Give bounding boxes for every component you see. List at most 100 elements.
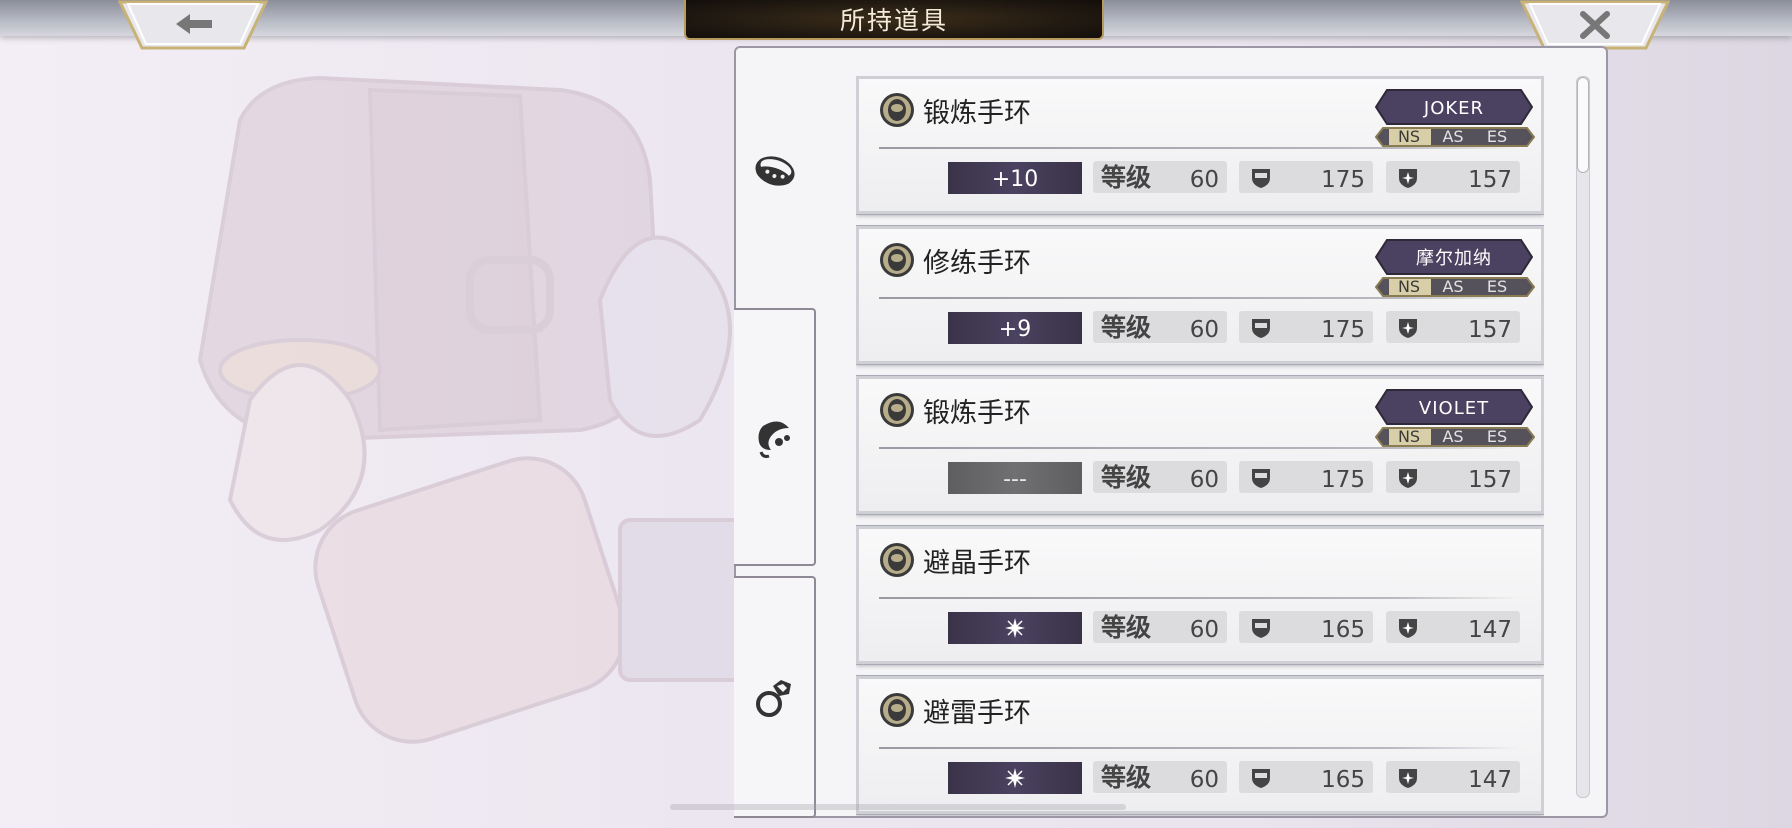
divider: [879, 447, 1519, 449]
magic-defense-value: 147: [1468, 617, 1512, 643]
level-value: 60: [1189, 167, 1219, 193]
owner-name: VIOLET: [1418, 398, 1490, 419]
tab-bracelet[interactable]: [734, 46, 816, 296]
mode-es: ES: [1486, 277, 1508, 296]
magic-shield-icon: [1399, 769, 1417, 788]
defense-value: 165: [1321, 767, 1365, 793]
mode-es: ES: [1486, 427, 1508, 446]
level-stat: 等级 60: [1093, 761, 1227, 793]
necklace-icon: [758, 421, 790, 458]
level-stat: 等级 60: [1093, 311, 1227, 343]
shield-icon: [1252, 469, 1270, 488]
close-button[interactable]: [1520, 0, 1670, 50]
item-name: 锻炼手环: [923, 398, 1031, 429]
item-name: 锻炼手环: [923, 98, 1031, 129]
defense-stat: 165: [1239, 611, 1373, 643]
magic-defense-stat: 157: [1386, 161, 1520, 193]
enhance-level: ---: [948, 462, 1082, 494]
level-value: 60: [1189, 617, 1219, 643]
scrollbar-track[interactable]: [1576, 76, 1590, 798]
defense-stat: 165: [1239, 761, 1373, 793]
shield-icon: [1252, 769, 1270, 788]
item-name: 避雷手环: [923, 698, 1031, 729]
list-item[interactable]: 避雷手环等级 60 165 147: [856, 676, 1544, 814]
sparkle-icon: [1005, 768, 1025, 788]
tab-necklace[interactable]: [734, 308, 816, 566]
mode-ns: NS: [1397, 127, 1421, 146]
owner-badge: VIOLET: [1375, 389, 1533, 425]
page-title: 所持道具: [684, 0, 1104, 40]
level-value: 60: [1189, 767, 1219, 793]
level-stat: 等级 60: [1093, 461, 1227, 493]
mode-ns: NS: [1397, 427, 1421, 446]
sparkle-icon: [1005, 618, 1025, 638]
bracelet-item-icon: [880, 93, 914, 127]
level-stat: 等级 60: [1093, 611, 1227, 643]
mode-ns: NS: [1397, 277, 1421, 296]
divider: [879, 147, 1519, 149]
level-label: 等级: [1101, 613, 1152, 642]
defense-value: 165: [1321, 617, 1365, 643]
level-label: 等级: [1101, 313, 1152, 342]
arrow-left-icon: [118, 0, 268, 50]
bracelet-item-icon: [880, 543, 914, 577]
enhance-level: +9: [948, 312, 1082, 344]
scrollbar-thumb[interactable]: [1577, 77, 1589, 173]
shield-icon: [1252, 319, 1270, 338]
owner-badge: JOKER: [1375, 89, 1533, 125]
enhance-level: +10: [948, 162, 1082, 194]
level-label: 等级: [1101, 463, 1152, 492]
ring-icon: [756, 680, 791, 717]
magic-shield-icon: [1399, 619, 1417, 638]
defense-value: 175: [1321, 167, 1365, 193]
defense-stat: 175: [1239, 161, 1373, 193]
level-value: 60: [1189, 317, 1219, 343]
level-stat: 等级 60: [1093, 161, 1227, 193]
mode-indicator: NS AS ES: [1375, 127, 1535, 147]
bracelet-item-icon: [880, 243, 914, 277]
mode-as: AS: [1442, 277, 1464, 296]
divider: [879, 597, 1519, 599]
category-tabs: [734, 46, 818, 818]
magic-shield-icon: [1399, 469, 1417, 488]
magic-shield-icon: [1399, 319, 1417, 338]
horizontal-scroll-indicator: [670, 804, 1126, 810]
list-item[interactable]: 锻炼手环 VIOLET NS AS ES --- 等级 60 175 157: [856, 376, 1544, 514]
magic-defense-stat: 147: [1386, 611, 1520, 643]
mode-indicator: NS AS ES: [1375, 427, 1535, 447]
back-button[interactable]: [118, 0, 268, 50]
level-value: 60: [1189, 467, 1219, 493]
level-label: 等级: [1101, 763, 1152, 792]
mode-indicator: NS AS ES: [1375, 277, 1535, 297]
owner-name: 摩尔加纳: [1416, 248, 1492, 269]
magic-shield-icon: [1399, 169, 1417, 188]
list-item[interactable]: 锻炼手环 JOKER NS AS ES +10 等级 60 175 157: [856, 76, 1544, 214]
owner-badge: 摩尔加纳: [1375, 239, 1533, 275]
bracelet-icon: [755, 156, 795, 186]
bracelet-item-icon: [880, 393, 914, 427]
level-label: 等级: [1101, 163, 1152, 192]
magic-defense-value: 147: [1468, 767, 1512, 793]
item-name: 修练手环: [923, 248, 1031, 279]
list-item[interactable]: 修练手环 摩尔加纳 NS AS ES +9 等级 60 175 157: [856, 226, 1544, 364]
mode-as: AS: [1442, 427, 1464, 446]
magic-defense-value: 157: [1468, 167, 1512, 193]
close-icon: [1520, 0, 1670, 50]
enhance-level: [948, 762, 1082, 794]
defense-value: 175: [1321, 467, 1365, 493]
owner-name: JOKER: [1423, 98, 1485, 119]
enhance-level: [948, 612, 1082, 644]
magic-defense-stat: 147: [1386, 761, 1520, 793]
item-name: 避晶手环: [923, 548, 1031, 579]
magic-defense-value: 157: [1468, 467, 1512, 493]
shield-icon: [1252, 619, 1270, 638]
magic-defense-value: 157: [1468, 317, 1512, 343]
list-item[interactable]: 避晶手环等级 60 165 147: [856, 526, 1544, 664]
item-list[interactable]: 锻炼手环 JOKER NS AS ES +10 等级 60 175 157 修练手环 摩尔加纳 NS AS…: [856, 76, 1544, 816]
tab-ring[interactable]: [734, 576, 816, 818]
defense-stat: 175: [1239, 311, 1373, 343]
mode-es: ES: [1486, 127, 1508, 146]
shield-icon: [1252, 169, 1270, 188]
magic-defense-stat: 157: [1386, 461, 1520, 493]
defense-stat: 175: [1239, 461, 1373, 493]
